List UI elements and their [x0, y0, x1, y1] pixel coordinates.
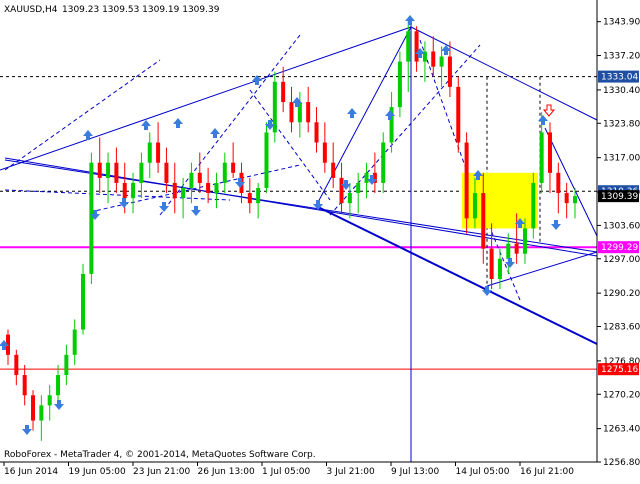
candle-bull	[397, 61, 402, 108]
candle-bear	[281, 81, 286, 103]
candle-bull	[472, 193, 477, 219]
candle-bull	[72, 329, 77, 355]
price-tick-label: 1263.40	[603, 425, 640, 435]
candle-bear	[464, 142, 469, 219]
candle-bull	[364, 172, 369, 183]
price-tick-label: 1256.80	[603, 458, 640, 468]
candle-bear	[164, 162, 169, 183]
candle-bear	[114, 162, 119, 183]
candle-bull	[439, 56, 444, 67]
candle-bull	[573, 196, 577, 204]
candle-bull	[406, 31, 411, 62]
candle-bear	[122, 182, 127, 199]
candle-bull	[356, 182, 361, 194]
candle-bull	[506, 243, 511, 259]
price-tick-label: 1337.20	[603, 52, 640, 62]
candle-bear	[31, 395, 36, 421]
candle-bear	[331, 162, 336, 178]
time-tick-label: 14 Jul 05:00	[456, 467, 510, 477]
price-tag-label: 1309.39	[601, 192, 638, 202]
time-tick-label: 3 Jul 21:00	[327, 467, 376, 477]
candle-bull	[347, 193, 352, 204]
price-tag-label: 1299.29	[601, 243, 638, 253]
candle-bear	[97, 162, 102, 178]
candle-bear	[314, 122, 319, 143]
price-tick-label: 1330.40	[603, 86, 640, 96]
candle-bear	[456, 86, 461, 143]
candle-bear	[556, 172, 561, 194]
candle-bull	[181, 187, 186, 199]
price-tick-label: 1317.00	[603, 154, 640, 164]
candle-bull	[106, 162, 111, 178]
candle-bull	[222, 162, 227, 183]
candle-bull	[39, 405, 44, 421]
candle-bear	[564, 193, 569, 204]
candle-bear	[339, 177, 344, 204]
price-tick-label: 1290.20	[603, 289, 640, 299]
price-tick-label: 1283.60	[603, 323, 640, 333]
candle-bull	[214, 182, 219, 194]
symbol-timeframe: XAUUSD,H4	[4, 5, 58, 15]
time-tick-label: 9 Jul 13:00	[391, 467, 440, 477]
candle-bear	[447, 56, 452, 87]
price-chart[interactable]: 1343.901337.201330.401323.801317.001310.…	[0, 0, 640, 480]
candle-bull	[147, 142, 152, 163]
ohlc-values: 1309.23 1309.53 1309.19 1309.39	[62, 5, 220, 15]
candle-bull	[89, 162, 94, 274]
time-tick-label: 26 Jun 13:00	[198, 467, 255, 477]
price-tick-label: 1270.20	[603, 390, 640, 400]
time-tick-label: 19 Jun 05:00	[69, 467, 126, 477]
candle-bull	[256, 187, 261, 204]
candle-bear	[156, 142, 161, 163]
candle-bull	[264, 132, 269, 188]
price-tick-label: 1343.90	[603, 18, 640, 28]
price-tick-label: 1323.80	[603, 119, 640, 129]
candle-bull	[381, 142, 386, 183]
candle-bear	[289, 102, 294, 123]
candle-bull	[131, 182, 136, 199]
candle-bear	[231, 162, 236, 173]
candle-bear	[14, 354, 19, 376]
time-tick-label: 1 Jul 05:00	[262, 467, 311, 477]
candle-bull	[522, 228, 527, 254]
candle-bear	[414, 31, 419, 62]
candle-bear	[431, 51, 436, 67]
candle-bear	[247, 193, 252, 204]
candle-bear	[172, 182, 177, 199]
time-tick-label: 23 Jun 21:00	[133, 467, 190, 477]
watermark: RoboForex - MetaTrader 4, © 2001-2014, M…	[4, 450, 316, 460]
chart-canvas[interactable]: 1343.901337.201330.401323.801317.001310.…	[0, 0, 640, 480]
candle-bull	[56, 375, 61, 396]
chart-background	[0, 0, 640, 480]
candle-bull	[497, 258, 502, 279]
candle-bull	[47, 395, 52, 406]
time-tick-label: 16 Jul 21:00	[520, 467, 574, 477]
candle-bear	[514, 243, 519, 254]
candle-bear	[22, 375, 27, 396]
candle-bear	[322, 142, 327, 163]
time-tick-label: 16 Jun 2014	[4, 467, 58, 477]
candle-bull	[81, 273, 86, 330]
candle-bear	[547, 132, 552, 173]
candle-bear	[481, 193, 486, 249]
candle-bull	[64, 354, 69, 376]
candle-bear	[489, 248, 494, 279]
price-tag-label: 1333.04	[601, 73, 638, 83]
candle-bear	[197, 172, 202, 183]
candle-bull	[189, 172, 194, 188]
price-tag-label: 1275.16	[601, 365, 638, 375]
candle-bull	[139, 162, 144, 183]
candle-bear	[306, 102, 311, 123]
candle-bear	[206, 182, 211, 194]
candle-bull	[539, 132, 544, 183]
candle-bull	[531, 182, 536, 229]
price-tick-label: 1297.00	[603, 255, 640, 265]
price-tick-label: 1303.60	[603, 221, 640, 231]
